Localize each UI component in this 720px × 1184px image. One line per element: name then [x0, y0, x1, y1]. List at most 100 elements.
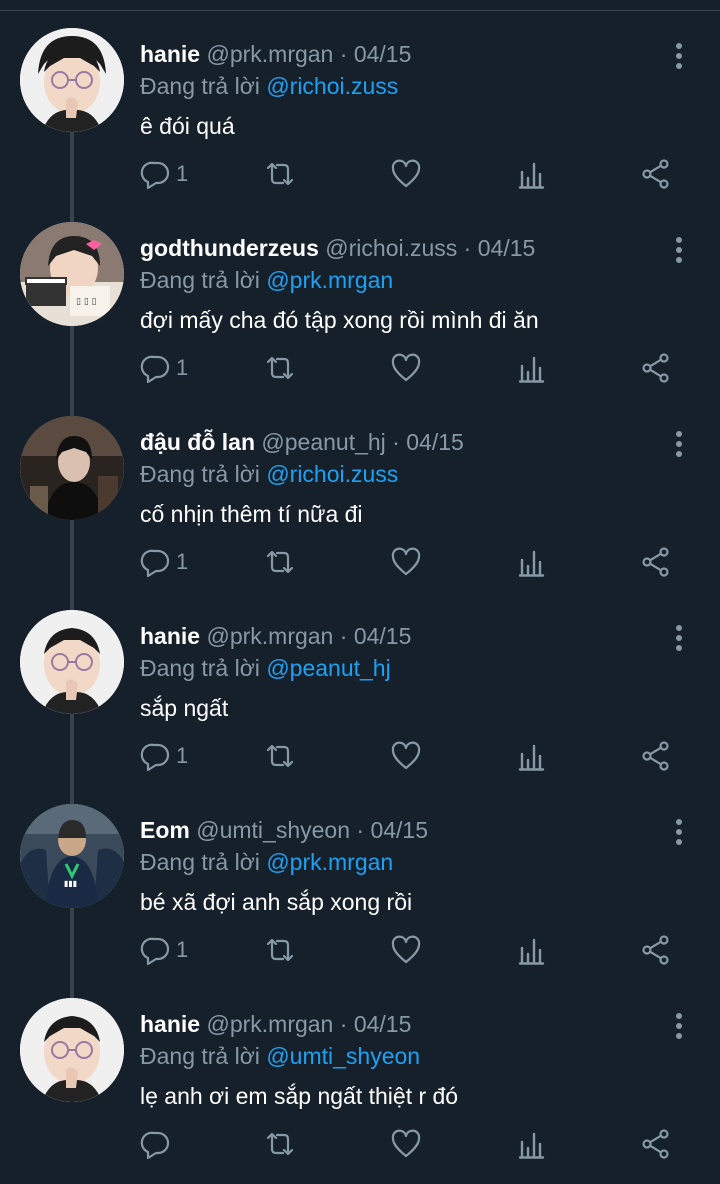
replying-to-label: Đang trả lời — [140, 1043, 260, 1069]
display-name[interactable]: godthunderzeus — [140, 235, 319, 261]
mention-link[interactable]: @prk.mrgan — [266, 849, 393, 875]
display-name[interactable]: hanie — [140, 623, 200, 649]
reply-button[interactable]: 1 — [140, 346, 188, 390]
avatar[interactable] — [20, 610, 124, 714]
more-options-icon[interactable] — [668, 818, 690, 846]
tweet[interactable]: hanie @prk.mrgan · 04/15 Đang trả lời @u… — [0, 990, 720, 1184]
tweet-date[interactable]: 04/15 — [354, 623, 412, 649]
display-name[interactable]: hanie — [140, 1011, 200, 1037]
tweet-date[interactable]: 04/15 — [406, 429, 464, 455]
more-options-icon[interactable] — [668, 42, 690, 70]
retweet-button[interactable] — [264, 928, 296, 972]
retweet-icon — [266, 1132, 294, 1156]
replying-to-label: Đang trả lời — [140, 267, 260, 293]
mention-link[interactable]: @umti_shyeon — [266, 1043, 420, 1069]
reply-button[interactable]: 1 — [140, 928, 188, 972]
tweet-date[interactable]: 04/15 — [354, 41, 412, 67]
bar-chart-icon — [518, 162, 545, 189]
more-options-icon[interactable] — [668, 430, 690, 458]
retweet-button[interactable] — [264, 734, 296, 778]
retweet-button[interactable] — [264, 1122, 296, 1166]
share-button[interactable] — [640, 734, 672, 778]
reply-button[interactable]: 1 — [140, 152, 188, 196]
tweet[interactable]: ▯ ▯ ▯ godthunderzeus @richoi.zuss · 04/1… — [0, 214, 720, 408]
reply-count: 1 — [176, 161, 189, 186]
reply-icon — [140, 549, 170, 578]
like-button[interactable] — [390, 152, 422, 196]
analytics-button[interactable] — [516, 928, 548, 972]
replying-to: Đang trả lời @prk.mrgan — [140, 846, 393, 878]
tweet-header: hanie @prk.mrgan · 04/15 — [140, 1008, 660, 1040]
more-options-icon[interactable] — [668, 1012, 690, 1040]
svg-text:▯ ▯ ▯: ▯ ▯ ▯ — [76, 297, 97, 307]
analytics-button[interactable] — [516, 734, 548, 778]
avatar[interactable]: ▮▮▮ — [20, 804, 124, 908]
like-button[interactable] — [390, 1122, 422, 1166]
share-button[interactable] — [640, 928, 672, 972]
user-handle[interactable]: @prk.mrgan — [206, 623, 333, 649]
analytics-button[interactable] — [516, 346, 548, 390]
share-button[interactable] — [640, 346, 672, 390]
avatar[interactable]: ▯ ▯ ▯ — [20, 222, 124, 326]
mention-link[interactable]: @peanut_hj — [266, 655, 390, 681]
share-button[interactable] — [640, 152, 672, 196]
tweet-date[interactable]: 04/15 — [354, 1011, 412, 1037]
tweet[interactable]: đậu đỗ lan @peanut_hj · 04/15 Đang trả l… — [0, 408, 720, 602]
heart-icon — [391, 353, 421, 382]
retweet-button[interactable] — [264, 152, 296, 196]
display-name[interactable]: Eom — [140, 817, 190, 843]
avatar[interactable] — [20, 998, 124, 1102]
reply-button[interactable]: 1 — [140, 540, 188, 584]
tweet-actions: 1 — [140, 928, 700, 972]
tweet-date[interactable]: 04/15 — [370, 817, 428, 843]
heart-icon — [391, 547, 421, 576]
like-button[interactable] — [390, 540, 422, 584]
tweet-header: hanie @prk.mrgan · 04/15 — [140, 38, 660, 70]
display-name[interactable]: hanie — [140, 41, 200, 67]
bar-chart-icon — [518, 744, 545, 771]
more-options-icon[interactable] — [668, 624, 690, 652]
user-handle[interactable]: @richoi.zuss — [325, 235, 457, 261]
more-options-icon[interactable] — [668, 236, 690, 264]
user-handle[interactable]: @peanut_hj — [261, 429, 385, 455]
share-button[interactable] — [640, 1122, 672, 1166]
share-button[interactable] — [640, 540, 672, 584]
tweet[interactable]: hanie @prk.mrgan · 04/15 Đang trả lời @p… — [0, 602, 720, 796]
mention-link[interactable]: @richoi.zuss — [266, 73, 398, 99]
retweet-button[interactable] — [264, 540, 296, 584]
tweet[interactable]: hanie @prk.mrgan · 04/15 Đang trả lời @r… — [0, 20, 720, 214]
analytics-button[interactable] — [516, 152, 548, 196]
retweet-icon — [266, 744, 294, 768]
analytics-button[interactable] — [516, 1122, 548, 1166]
retweet-icon — [266, 550, 294, 574]
tweet[interactable]: ▮▮▮ Eom @umti_shyeon · 04/15 Đang trả lờ… — [0, 796, 720, 990]
user-handle[interactable]: @prk.mrgan — [206, 41, 333, 67]
like-button[interactable] — [390, 928, 422, 972]
heart-icon — [391, 1129, 421, 1158]
tweet-text: cố nhịn thêm tí nữa đi — [140, 501, 363, 527]
share-icon — [642, 159, 669, 189]
tweet-actions: 1 — [140, 152, 700, 196]
user-handle[interactable]: @umti_shyeon — [196, 817, 350, 843]
user-handle[interactable]: @prk.mrgan — [206, 1011, 333, 1037]
avatar[interactable] — [20, 28, 124, 132]
share-icon — [642, 741, 669, 771]
tweet-header: đậu đỗ lan @peanut_hj · 04/15 — [140, 426, 660, 458]
reply-count: 1 — [176, 549, 189, 574]
avatar[interactable] — [20, 416, 124, 520]
reply-button[interactable]: 1 — [140, 734, 188, 778]
tweet-date[interactable]: 04/15 — [478, 235, 536, 261]
reply-button[interactable] — [140, 1122, 176, 1166]
like-button[interactable] — [390, 734, 422, 778]
heart-icon — [391, 159, 421, 188]
display-name[interactable]: đậu đỗ lan — [140, 429, 255, 455]
bar-chart-icon — [518, 938, 545, 965]
retweet-button[interactable] — [264, 346, 296, 390]
mention-link[interactable]: @richoi.zuss — [266, 461, 398, 487]
mention-link[interactable]: @prk.mrgan — [266, 267, 393, 293]
reply-count: 1 — [176, 743, 189, 768]
replying-to-label: Đang trả lời — [140, 461, 260, 487]
analytics-button[interactable] — [516, 540, 548, 584]
separator-dot: · — [463, 235, 472, 261]
like-button[interactable] — [390, 346, 422, 390]
